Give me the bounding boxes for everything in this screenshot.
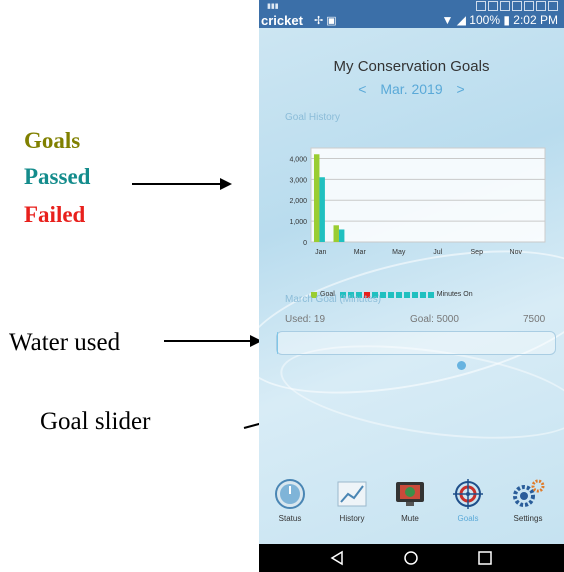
carrier-icons: ✢ ▣ <box>314 15 337 27</box>
notification-icon: ▮▮▮ <box>267 3 279 10</box>
notification-icon <box>500 1 510 11</box>
notification-icon <box>536 1 546 11</box>
nav-goals[interactable]: Goals <box>443 478 493 523</box>
y-tick-label: 4,000 <box>289 156 307 163</box>
back-button[interactable] <box>317 544 357 572</box>
nav-status[interactable]: Status <box>265 478 315 523</box>
legend-swatch <box>403 291 410 298</box>
notification-icon <box>524 1 534 11</box>
clock-icon <box>275 479 305 509</box>
wifi-icon: ▼ <box>441 13 454 27</box>
legend-swatch <box>395 291 402 298</box>
legend-swatch <box>427 291 434 298</box>
system-info: ▼ ◢ 100% ▮ 2:02 PM <box>441 13 558 27</box>
x-tick-label: Jan <box>315 249 326 256</box>
x-tick-label: Mar <box>354 249 367 256</box>
water-used-fill <box>277 332 278 354</box>
status-bar: ▮▮▮ cricket ✢ ▣ ▼ ◢ 100% ▮ 2:02 PM <box>259 0 564 28</box>
nav-settings[interactable]: Settings <box>503 478 553 523</box>
nav-label: Mute <box>401 514 419 523</box>
nav-label: Goals <box>457 514 479 523</box>
recents-icon <box>478 551 492 565</box>
y-tick-label: 3,000 <box>289 177 307 184</box>
battery-icon: ▮ <box>503 13 510 27</box>
notification-row: ▮▮▮ <box>259 0 564 12</box>
monitor-icon <box>396 482 424 506</box>
android-nav-bar <box>259 544 564 572</box>
bar-minutes-on <box>319 177 325 242</box>
phone-screen: ▮▮▮ cricket ✢ ▣ ▼ ◢ 100% ▮ 2:02 PM My Co… <box>259 0 564 572</box>
goal-history-label: Goal History <box>285 112 341 123</box>
notification-icon <box>476 1 486 11</box>
nav-mute[interactable]: Mute <box>385 478 435 523</box>
target-icon <box>453 479 483 509</box>
bar-goal <box>333 225 339 242</box>
chart-icon <box>337 481 367 507</box>
prev-month-button[interactable]: < <box>358 81 366 97</box>
legend-arrowhead <box>220 178 232 190</box>
notification-icon <box>512 1 522 11</box>
water-used-bar <box>276 331 556 355</box>
march-goal-label: March Goal (Minutes) <box>285 294 382 305</box>
max-value: 7500 <box>523 314 546 325</box>
nav-history[interactable]: History <box>327 478 377 523</box>
carrier-name: cricket <box>261 13 303 28</box>
bar-minutes-on <box>338 229 345 242</box>
legend-swatch <box>419 291 426 298</box>
recents-button[interactable] <box>465 544 505 572</box>
x-tick-label: May <box>392 249 406 256</box>
x-tick-label: Nov <box>510 249 523 256</box>
y-tick-label: 2,000 <box>289 198 307 205</box>
home-icon <box>404 551 418 565</box>
x-tick-label: Jul <box>433 249 442 256</box>
notification-icon <box>548 1 558 11</box>
month-navigator: < Mar. 2019 > <box>259 81 564 97</box>
used-value: Used: 19 <box>285 314 326 325</box>
home-button[interactable] <box>391 544 431 572</box>
next-month-button[interactable]: > <box>457 81 465 97</box>
y-tick-label: 0 <box>303 240 307 247</box>
legend-swatch <box>411 291 418 298</box>
x-tick-label: Sep <box>471 249 484 256</box>
bottom-nav: Status History Mute Goals Settings <box>259 478 564 544</box>
goal-value: Goal: 5000 <box>410 314 459 325</box>
nav-label: Settings <box>513 514 543 523</box>
goal-history-chart: 4,000 3,000 2,000 1,000 0 Jan Mar May Jul Sep Nov <box>289 147 546 256</box>
back-icon <box>330 550 343 566</box>
goal-slider-handle[interactable] <box>456 361 466 370</box>
battery-percent: 100% <box>469 13 500 27</box>
chart-plot-area <box>310 147 546 243</box>
notification-icons <box>476 1 558 11</box>
notification-icon <box>488 1 498 11</box>
annotation-arrows <box>132 178 250 342</box>
nav-label: History <box>339 514 365 523</box>
month-label: Mar. 2019 <box>380 81 443 97</box>
legend-swatch <box>387 291 394 298</box>
nav-label: Status <box>278 514 302 523</box>
gears-icon <box>513 479 545 507</box>
page-title: My Conservation Goals <box>333 58 490 75</box>
y-tick-label: 1,000 <box>289 219 307 226</box>
bar-goal <box>314 154 320 242</box>
legend-label: Minutes On <box>436 291 473 298</box>
signal-icon: ◢ <box>456 13 466 27</box>
clock-time: 2:02 PM <box>513 13 558 27</box>
